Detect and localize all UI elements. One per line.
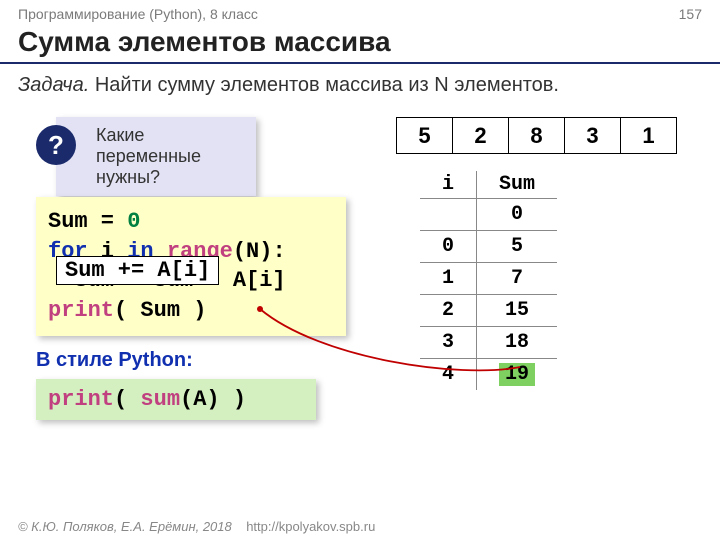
python-style-label: В стиле Python:: [36, 349, 193, 372]
main-area: ? Какие переменные нужны? Sum = 0 for i …: [0, 99, 720, 469]
question-mark-icon: ?: [36, 125, 76, 165]
trace-sum: 18: [477, 327, 558, 359]
array-table: 5 2 8 3 1: [396, 117, 677, 154]
array-cell: 5: [397, 118, 453, 154]
page-number: 157: [679, 6, 702, 22]
question-text: Какие переменные нужны?: [96, 125, 201, 187]
trace-table: i Sum 0 05 17 215 318 419: [420, 171, 557, 390]
page-title: Сумма элементов массива: [0, 26, 720, 64]
array-cell: 1: [621, 118, 677, 154]
task-body: Найти сумму элементов массива из N элеме…: [89, 74, 559, 96]
trace-i: 4: [420, 359, 477, 391]
code-block-pythonic: print( sum(A) ): [36, 379, 316, 420]
question-box: ? Какие переменные нужны?: [56, 117, 256, 196]
footer: © К.Ю. Поляков, Е.А. Ерёмин, 2018 http:/…: [18, 519, 375, 534]
header-bar: Программирование (Python), 8 класс 157: [0, 0, 720, 26]
footer-url: http://kpolyakov.spb.ru: [246, 519, 375, 534]
trace-sum: 19: [477, 359, 558, 391]
task-label: Задача.: [18, 74, 89, 96]
trace-sum: 5: [477, 231, 558, 263]
trace-i: 1: [420, 263, 477, 295]
array-cell: 8: [509, 118, 565, 154]
trace-sum: 0: [477, 199, 558, 231]
code-line-1: Sum = 0: [48, 207, 334, 237]
trace-i: [420, 199, 477, 231]
array-cell: 3: [565, 118, 621, 154]
trace-sum: 15: [477, 295, 558, 327]
trace-i: 3: [420, 327, 477, 359]
trace-i: 0: [420, 231, 477, 263]
array-cell: 2: [453, 118, 509, 154]
code-patch: Sum += A[i]: [56, 256, 219, 285]
trace-i: 2: [420, 295, 477, 327]
footer-authors: © К.Ю. Поляков, Е.А. Ерёмин, 2018: [18, 519, 232, 534]
task-text: Задача. Найти сумму элементов массива из…: [0, 64, 720, 99]
trace-sum: 7: [477, 263, 558, 295]
code-line-4: print( Sum ): [48, 296, 334, 326]
trace-head-sum: Sum: [477, 171, 558, 199]
trace-head-i: i: [420, 171, 477, 199]
course-label: Программирование (Python), 8 класс: [18, 6, 258, 22]
